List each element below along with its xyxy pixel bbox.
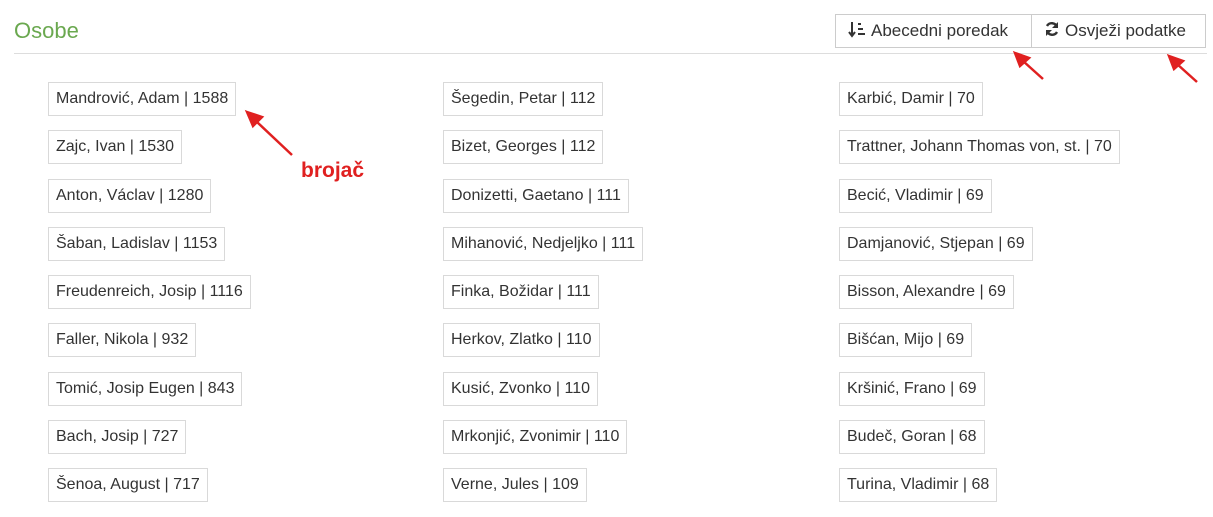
person-column-2: Šegedin, Petar | 112 Bizet, Georges | 11… [443, 82, 644, 517]
person-item[interactable]: Herkov, Zlatko | 110 [443, 323, 600, 358]
person-item[interactable]: Bach, Josip | 727 [48, 420, 187, 455]
person-item[interactable]: Trattner, Johann Thomas von, st. | 70 [839, 130, 1120, 165]
person-item[interactable]: Bišćan, Mijo | 69 [839, 323, 973, 358]
page-title: Osobe [14, 18, 79, 43]
person-item[interactable]: Faller, Nikola | 932 [48, 323, 197, 358]
person-item[interactable]: Kršinić, Frano | 69 [839, 371, 985, 406]
person-item[interactable]: Becić, Vladimir | 69 [839, 178, 992, 213]
person-item[interactable]: Karbić, Damir | 70 [839, 82, 983, 116]
person-item[interactable]: Budeč, Goran | 68 [839, 420, 985, 455]
toolbar: Abecedni poredak Osvježi podatke [835, 14, 1206, 48]
counter-annotation-label: brojač [301, 159, 365, 182]
sort-alpha-icon [848, 20, 866, 43]
arrow-to-counter [244, 109, 293, 156]
person-item[interactable]: Zajc, Ivan | 1530 [48, 130, 182, 165]
title-divider [14, 53, 1207, 54]
person-item[interactable]: Bizet, Georges | 112 [443, 130, 604, 165]
person-item[interactable]: Freudenreich, Josip | 1116 [48, 275, 251, 310]
sort-button-label: Abecedni poredak [871, 21, 1009, 40]
person-item[interactable]: Donizetti, Gaetano | 111 [443, 178, 629, 213]
person-item[interactable]: Šegedin, Petar | 112 [443, 82, 604, 116]
person-item[interactable]: Turina, Vladimir | 68 [839, 468, 998, 503]
arrow-to-sort-button [1012, 50, 1044, 80]
person-item[interactable]: Bisson, Alexandre | 69 [839, 275, 1014, 310]
person-item[interactable]: Šenoa, August | 717 [48, 468, 208, 503]
person-item[interactable]: Finka, Božidar | 111 [443, 275, 599, 310]
person-item[interactable]: Šaban, Ladislav | 1153 [48, 226, 226, 261]
person-item[interactable]: Tomić, Josip Eugen | 843 [48, 371, 243, 406]
person-item[interactable]: Verne, Jules | 109 [443, 468, 587, 503]
sort-alphabetical-button[interactable]: Abecedni poredak [835, 14, 1032, 48]
arrow-to-refresh-button [1166, 53, 1198, 83]
person-item[interactable]: Kusić, Zvonko | 110 [443, 371, 599, 406]
refresh-icon [1044, 21, 1060, 42]
person-item[interactable]: Anton, Václav | 1280 [48, 178, 212, 213]
person-item[interactable]: Mrkonjić, Zvonimir | 110 [443, 420, 628, 455]
person-item[interactable]: Damjanović, Stjepan | 69 [839, 226, 1033, 261]
person-column-1: Mandrović, Adam | 1588 Zajc, Ivan | 1530… [48, 82, 251, 517]
person-column-3: Karbić, Damir | 70 Trattner, Johann Thom… [839, 82, 1120, 517]
person-item[interactable]: Mihanović, Nedjeljko | 111 [443, 226, 644, 261]
refresh-data-button[interactable]: Osvježi podatke [1031, 14, 1206, 48]
person-item[interactable]: Mandrović, Adam | 1588 [48, 82, 237, 116]
refresh-button-label: Osvježi podatke [1065, 21, 1186, 40]
